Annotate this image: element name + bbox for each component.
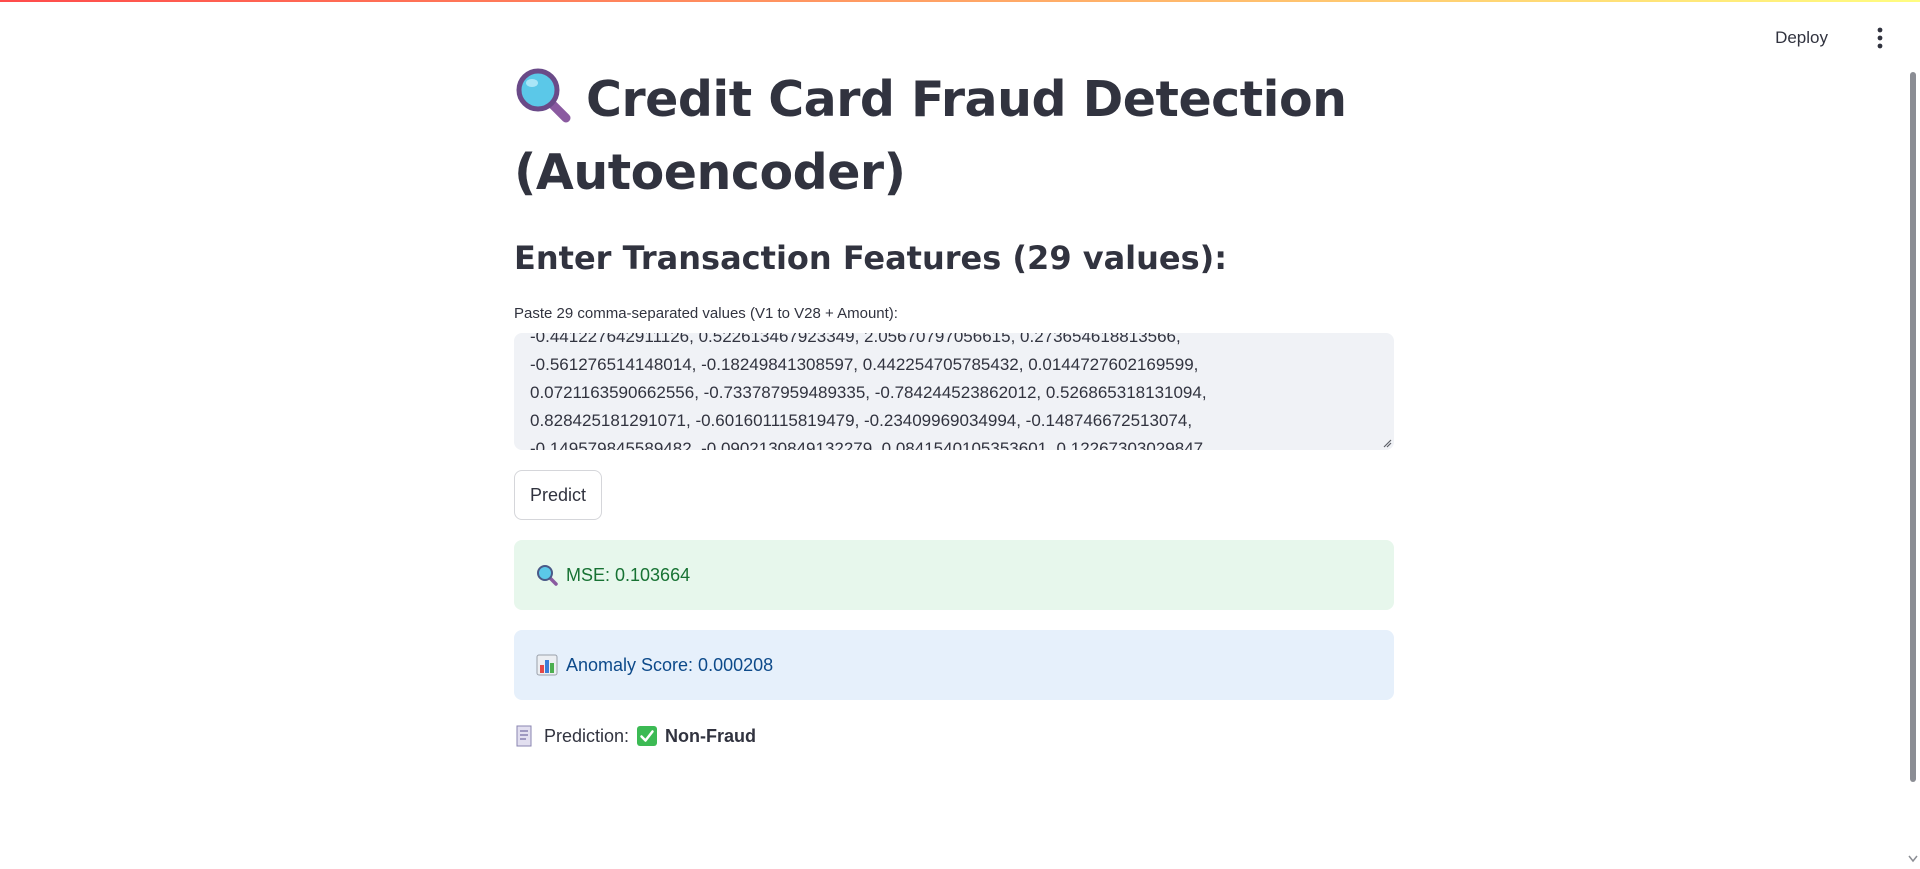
features-textarea-value[interactable]: -0.441227642911126, 0.522613467923349, 2… (530, 333, 1370, 450)
predict-button[interactable]: Predict (514, 470, 603, 520)
mse-text: MSE: 0.103664 (566, 564, 691, 585)
page-title-line1: Credit Card Fraud Detection (586, 71, 1347, 128)
section-heading: Enter Transaction Features (29 values): (514, 239, 1228, 277)
anomaly-score-text: Anomaly Score: 0.000208 (566, 654, 774, 675)
kebab-vertical-icon[interactable] (1870, 24, 1890, 52)
scrollbar-thumb[interactable] (1910, 72, 1916, 782)
prediction-value: Non-Fraud (665, 726, 757, 746)
features-textarea[interactable]: -0.441227642911126, 0.522613467923349, 2… (514, 333, 1394, 450)
anomaly-score-alert: Anomaly Score: 0.000208 (514, 630, 1394, 700)
prediction-label: Prediction: (544, 726, 630, 746)
receipt-icon (514, 725, 534, 747)
bar-chart-icon (536, 654, 558, 676)
magnifying-glass-icon (514, 66, 572, 140)
scroll-down-arrow-icon[interactable] (1908, 855, 1918, 863)
magnifying-glass-icon (536, 564, 558, 586)
mse-alert: MSE: 0.103664 (514, 540, 1394, 610)
page-scrollbar[interactable] (1906, 0, 1920, 869)
features-input-label: Paste 29 comma-separated values (V1 to V… (514, 305, 898, 322)
page-title: Credit Card Fraud Detection (Autoencoder… (514, 66, 1394, 205)
check-mark-icon (637, 726, 658, 746)
page-title-line2: (Autoencoder) (514, 144, 906, 201)
main-content: Credit Card Fraud Detection (Autoencoder… (514, 0, 1394, 747)
deploy-button[interactable]: Deploy (1763, 22, 1840, 54)
resize-handle-icon[interactable] (1382, 438, 1392, 448)
prediction-line: Prediction: Non-Fraud (514, 722, 756, 750)
